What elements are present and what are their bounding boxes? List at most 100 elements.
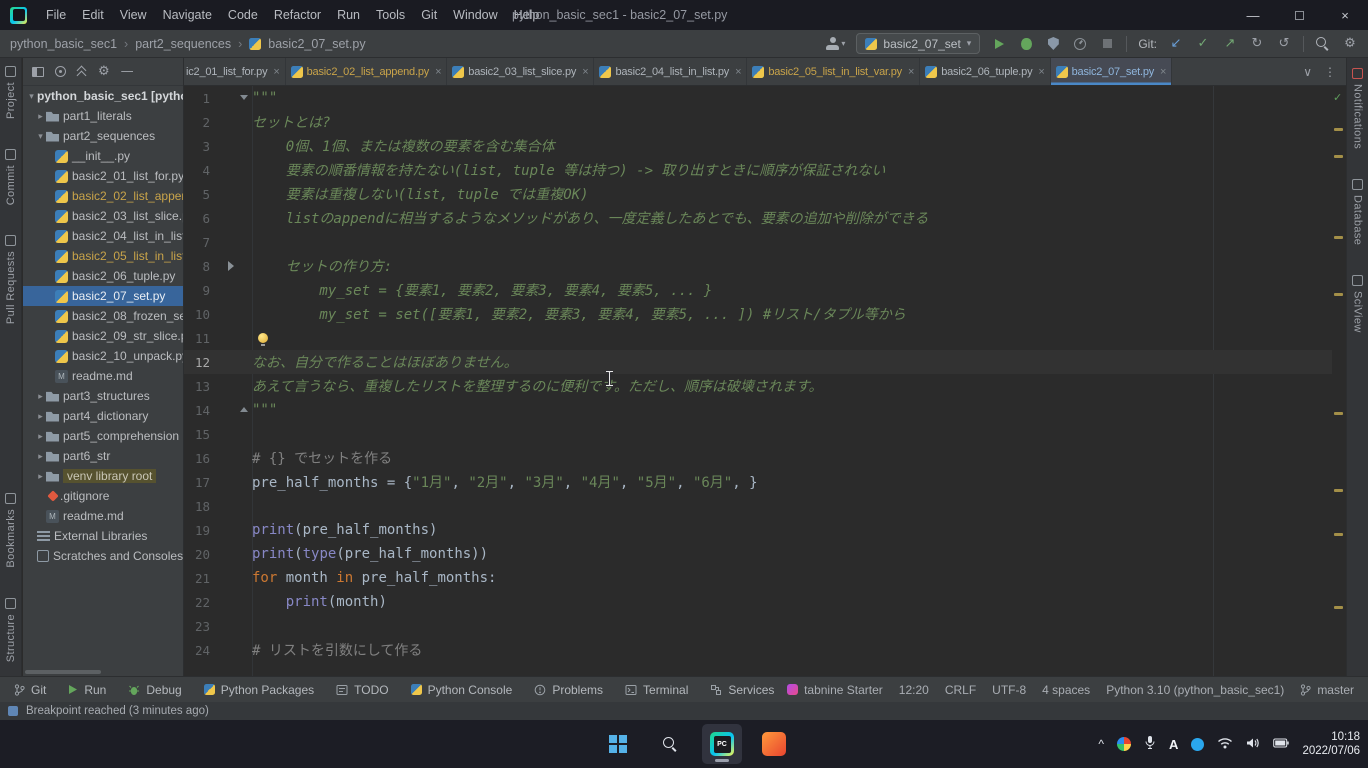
tree-item[interactable]: ▸part6_str [23, 446, 183, 466]
tree-item[interactable]: basic2_02_list_append.py [23, 186, 183, 206]
line-number[interactable]: 1 [184, 91, 210, 106]
tree-item[interactable]: basic2_04_list_in_list.py [23, 226, 183, 246]
toolwindow-terminal[interactable]: Terminal [625, 683, 688, 697]
toolwindow-structure[interactable]: Structure [5, 598, 17, 662]
hide-panel-icon[interactable]: — [121, 64, 134, 79]
run-config-select[interactable]: basic2_07_set ▾ [856, 33, 980, 54]
toolwindow-sciview[interactable]: SciView [1352, 275, 1364, 333]
line-number[interactable]: 2 [184, 115, 210, 130]
tree-item[interactable]: ▸part4_dictionary [23, 406, 183, 426]
editor-line[interactable]: 18 [184, 494, 1332, 518]
line-number[interactable]: 13 [184, 379, 210, 394]
editor-line[interactable]: 19print(pre_half_months) [184, 518, 1332, 542]
code-text[interactable]: # {} でセットを作る [252, 448, 392, 468]
line-number[interactable]: 23 [184, 619, 210, 634]
run-button[interactable] [991, 34, 1007, 54]
editor-scrollbar[interactable]: ✓ [1332, 86, 1346, 676]
start-button[interactable] [598, 724, 638, 764]
python-interpreter[interactable]: Python 3.10 (python_basic_sec1) [1106, 683, 1284, 697]
code-text[interactable]: """ [252, 402, 277, 418]
code-text[interactable] [252, 330, 268, 346]
code-text[interactable]: print(month) [252, 594, 387, 610]
code-text[interactable]: listのappendに相当するようなメソッドがあり、一度定義したあとでも、要素… [252, 208, 928, 228]
code-text[interactable]: my_set = {要素1, 要素2, 要素3, 要素4, 要素5, ... } [252, 280, 712, 300]
editor-line[interactable]: 24# リストを引数にして作る [184, 638, 1332, 662]
code-text[interactable]: my_set = set([要素1, 要素2, 要素3, 要素4, 要素5, .… [252, 304, 906, 324]
editor-line[interactable]: 13あえて言うなら、重複したリストを整理するのに便利です。ただし、順序は破壊され… [184, 374, 1332, 398]
settings-gear-icon[interactable]: ⚙ [1342, 34, 1358, 54]
line-number[interactable]: 8 [184, 259, 210, 274]
file-encoding[interactable]: UTF-8 [992, 683, 1026, 697]
code-text[interactable]: 要素は重複しない(list, tuple では重複OK) [252, 184, 589, 204]
toolwindow-git[interactable]: Git [14, 683, 46, 697]
toolwindow-run[interactable]: Run [68, 683, 106, 697]
line-number[interactable]: 3 [184, 139, 210, 154]
editor-line[interactable]: 22 print(month) [184, 590, 1332, 614]
editor-line[interactable]: 8 セットの作り方: [184, 254, 1332, 278]
line-number[interactable]: 5 [184, 187, 210, 202]
code-text[interactable]: セットの作り方: [252, 256, 392, 276]
volume-icon[interactable] [1246, 737, 1260, 752]
coverage-button[interactable] [1045, 34, 1061, 54]
tab-close-icon[interactable]: × [582, 66, 588, 78]
line-number[interactable]: 20 [184, 547, 210, 562]
search-icon[interactable] [1315, 34, 1331, 54]
menu-tools[interactable]: Tools [369, 5, 412, 25]
tree-item[interactable]: basic2_06_tuple.py [23, 266, 183, 286]
line-number[interactable]: 7 [184, 235, 210, 250]
close-button[interactable]: × [1322, 0, 1368, 30]
tree-item[interactable]: basic2_05_list_in_list_var.py [23, 246, 183, 266]
menu-edit[interactable]: Edit [75, 5, 111, 25]
editor-line[interactable]: 2セットとは? [184, 110, 1332, 134]
editor-line[interactable]: 3 0個、1個、または複数の要素を含む集合体 [184, 134, 1332, 158]
line-number[interactable]: 6 [184, 211, 210, 226]
editor-line[interactable]: 23 [184, 614, 1332, 638]
line-number[interactable]: 18 [184, 499, 210, 514]
tree-chevron-icon[interactable]: ▸ [35, 391, 46, 402]
tree-chevron-icon[interactable]: ▸ [35, 411, 46, 422]
toolwindow-problems[interactable]: Problems [534, 683, 603, 697]
taskbar-clock[interactable]: 10:18 2022/07/06 [1302, 730, 1360, 758]
editor-line[interactable]: 20print(type(pre_half_months)) [184, 542, 1332, 566]
menu-view[interactable]: View [113, 5, 154, 25]
tray-color-icon[interactable] [1117, 737, 1131, 751]
line-number[interactable]: 9 [184, 283, 210, 298]
breadcrumb-item[interactable]: basic2_07_set.py [268, 37, 365, 51]
caret-position[interactable]: 12:20 [899, 683, 929, 697]
tree-item[interactable]: Scratches and Consoles [23, 546, 183, 566]
tray-chevron-icon[interactable]: ^ [1098, 737, 1104, 751]
tray-blue-icon[interactable] [1191, 738, 1204, 751]
locate-file-icon[interactable] [55, 66, 66, 77]
editor-line[interactable]: 15 [184, 422, 1332, 446]
code-editor[interactable]: 1 """ 2セットとは?3 0個、1個、または複数の要素を含む集合体4 要素の順番… [184, 86, 1332, 676]
line-number[interactable]: 21 [184, 571, 210, 586]
collapse-all-icon[interactable] [77, 66, 87, 78]
editor-line[interactable]: 12なお、自分で作ることはほぼありません。 [184, 350, 1332, 374]
intention-bulb-icon[interactable] [258, 333, 268, 343]
profiler-button[interactable] [1072, 34, 1088, 54]
toolwindow-commit[interactable]: Commit [5, 149, 17, 205]
push-icon[interactable]: ↗ [1222, 34, 1238, 54]
tree-item[interactable]: ▸part3_structures [23, 386, 183, 406]
panel-settings-gear-icon[interactable]: ⚙ [98, 64, 110, 79]
tree-item[interactable]: ▾part2_sequences [23, 126, 183, 146]
line-number[interactable]: 11 [184, 331, 210, 346]
editor-line[interactable]: 17pre_half_months = {"1月", "2月", "3月", "… [184, 470, 1332, 494]
breadcrumb-item[interactable]: part2_sequences [135, 37, 231, 51]
minimize-button[interactable]: — [1230, 0, 1276, 30]
menu-window[interactable]: Window [446, 5, 504, 25]
editor-tab[interactable]: basic2_06_tuple.py× [920, 58, 1050, 85]
menu-file[interactable]: File [39, 5, 73, 25]
tree-item[interactable]: ▸part1_literals [23, 106, 183, 126]
editor-line[interactable]: 4 要素の順番情報を持たない(list, tuple 等は持つ) -> 取り出す… [184, 158, 1332, 182]
tree-chevron-icon[interactable]: ▸ [35, 111, 46, 122]
tree-item[interactable]: basic2_07_set.py [23, 286, 183, 306]
project-view-icon[interactable] [32, 67, 44, 77]
ime-indicator[interactable]: A [1169, 737, 1178, 752]
line-number[interactable]: 10 [184, 307, 210, 322]
code-text[interactable]: なお、自分で作ることはほぼありません。 [252, 352, 518, 372]
tree-item[interactable]: __init__.py [23, 146, 183, 166]
toolwindow-python-packages[interactable]: Python Packages [204, 683, 314, 697]
tree-chevron-icon[interactable]: ▾ [35, 131, 46, 142]
toolwindow-python-console[interactable]: Python Console [411, 683, 513, 697]
